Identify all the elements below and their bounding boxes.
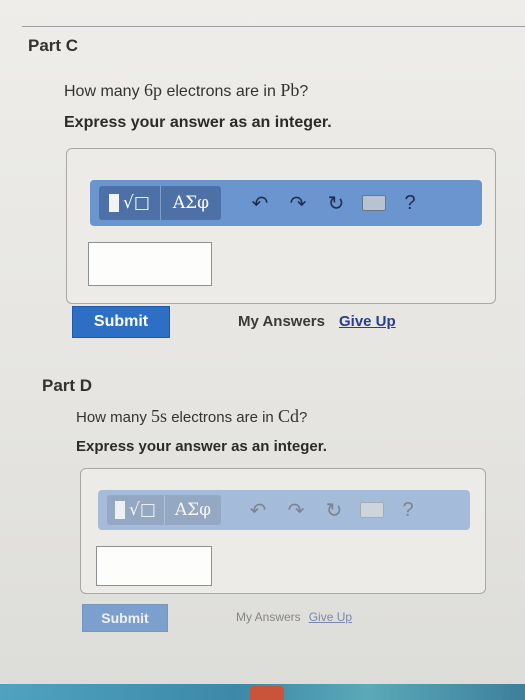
question-text-post: ?: [299, 83, 309, 100]
reset-icon[interactable]: ↻: [317, 186, 355, 220]
question-text-mid: electrons are in: [162, 83, 281, 100]
radical-icon: √□: [129, 500, 156, 520]
part-d-instruction: Express your answer as an integer.: [76, 438, 327, 455]
question-text-pre: How many: [64, 83, 145, 100]
give-up-link[interactable]: Give Up: [339, 313, 396, 330]
top-divider: [22, 26, 525, 27]
part-d-links: My Answers Give Up: [236, 610, 352, 624]
element-symbol: Pb: [280, 80, 300, 100]
help-button[interactable]: ?: [391, 493, 425, 527]
part-c-title: Part C: [28, 36, 79, 55]
orbital-symbol: 6p: [144, 80, 163, 100]
undo-icon[interactable]: ↶: [241, 186, 279, 220]
redo-icon[interactable]: ↷: [277, 493, 315, 527]
taskbar-app-icon[interactable]: [250, 686, 284, 700]
orbital-symbol: 5s: [151, 406, 168, 426]
part-c-question: How many 6p electrons are in Pb?: [64, 80, 308, 101]
help-button[interactable]: ?: [393, 186, 427, 220]
part-c-submit-button[interactable]: Submit: [72, 306, 170, 338]
my-answers-link[interactable]: My Answers: [236, 610, 301, 624]
question-text-post: ?: [298, 409, 308, 426]
part-d-title: Part D: [42, 376, 93, 395]
greek-symbols-button[interactable]: ΑΣφ: [165, 495, 221, 525]
give-up-link[interactable]: Give Up: [309, 610, 352, 624]
template-radical-icon[interactable]: √□: [99, 186, 161, 220]
toolbar-main-group: √□ ΑΣφ: [99, 186, 221, 220]
question-text-mid: electrons are in: [167, 409, 278, 426]
question-text-pre: How many: [76, 409, 152, 426]
reset-icon[interactable]: ↻: [315, 493, 353, 527]
page: Part C How many 6p electrons are in Pb? …: [0, 0, 525, 700]
my-answers-link[interactable]: My Answers: [238, 313, 325, 330]
part-c-math-toolbar: √□ ΑΣφ ↶ ↷ ↻ ?: [90, 180, 482, 226]
element-symbol: Cd: [277, 406, 299, 426]
radical-icon: √□: [123, 193, 150, 213]
template-square-icon: [109, 194, 120, 212]
redo-icon[interactable]: ↷: [279, 186, 317, 220]
part-d-submit-button[interactable]: Submit: [82, 604, 168, 632]
keyboard-icon[interactable]: [355, 186, 393, 220]
template-square-icon: [115, 501, 126, 519]
os-taskbar: [0, 684, 525, 700]
part-d-question: How many 5s electrons are in Cd?: [76, 406, 307, 427]
keyboard-icon[interactable]: [353, 493, 391, 527]
part-c-links: My Answers Give Up: [238, 313, 396, 330]
part-c-instruction: Express your answer as an integer.: [64, 114, 332, 131]
part-c-answer-input[interactable]: [88, 242, 212, 286]
part-d-answer-input[interactable]: [96, 546, 212, 586]
toolbar-main-group: √□ ΑΣφ: [107, 495, 221, 525]
part-d-math-toolbar: √□ ΑΣφ ↶ ↷ ↻ ?: [98, 490, 470, 530]
greek-symbols-button[interactable]: ΑΣφ: [161, 186, 221, 220]
undo-icon[interactable]: ↶: [239, 493, 277, 527]
template-radical-icon[interactable]: √□: [107, 495, 165, 525]
